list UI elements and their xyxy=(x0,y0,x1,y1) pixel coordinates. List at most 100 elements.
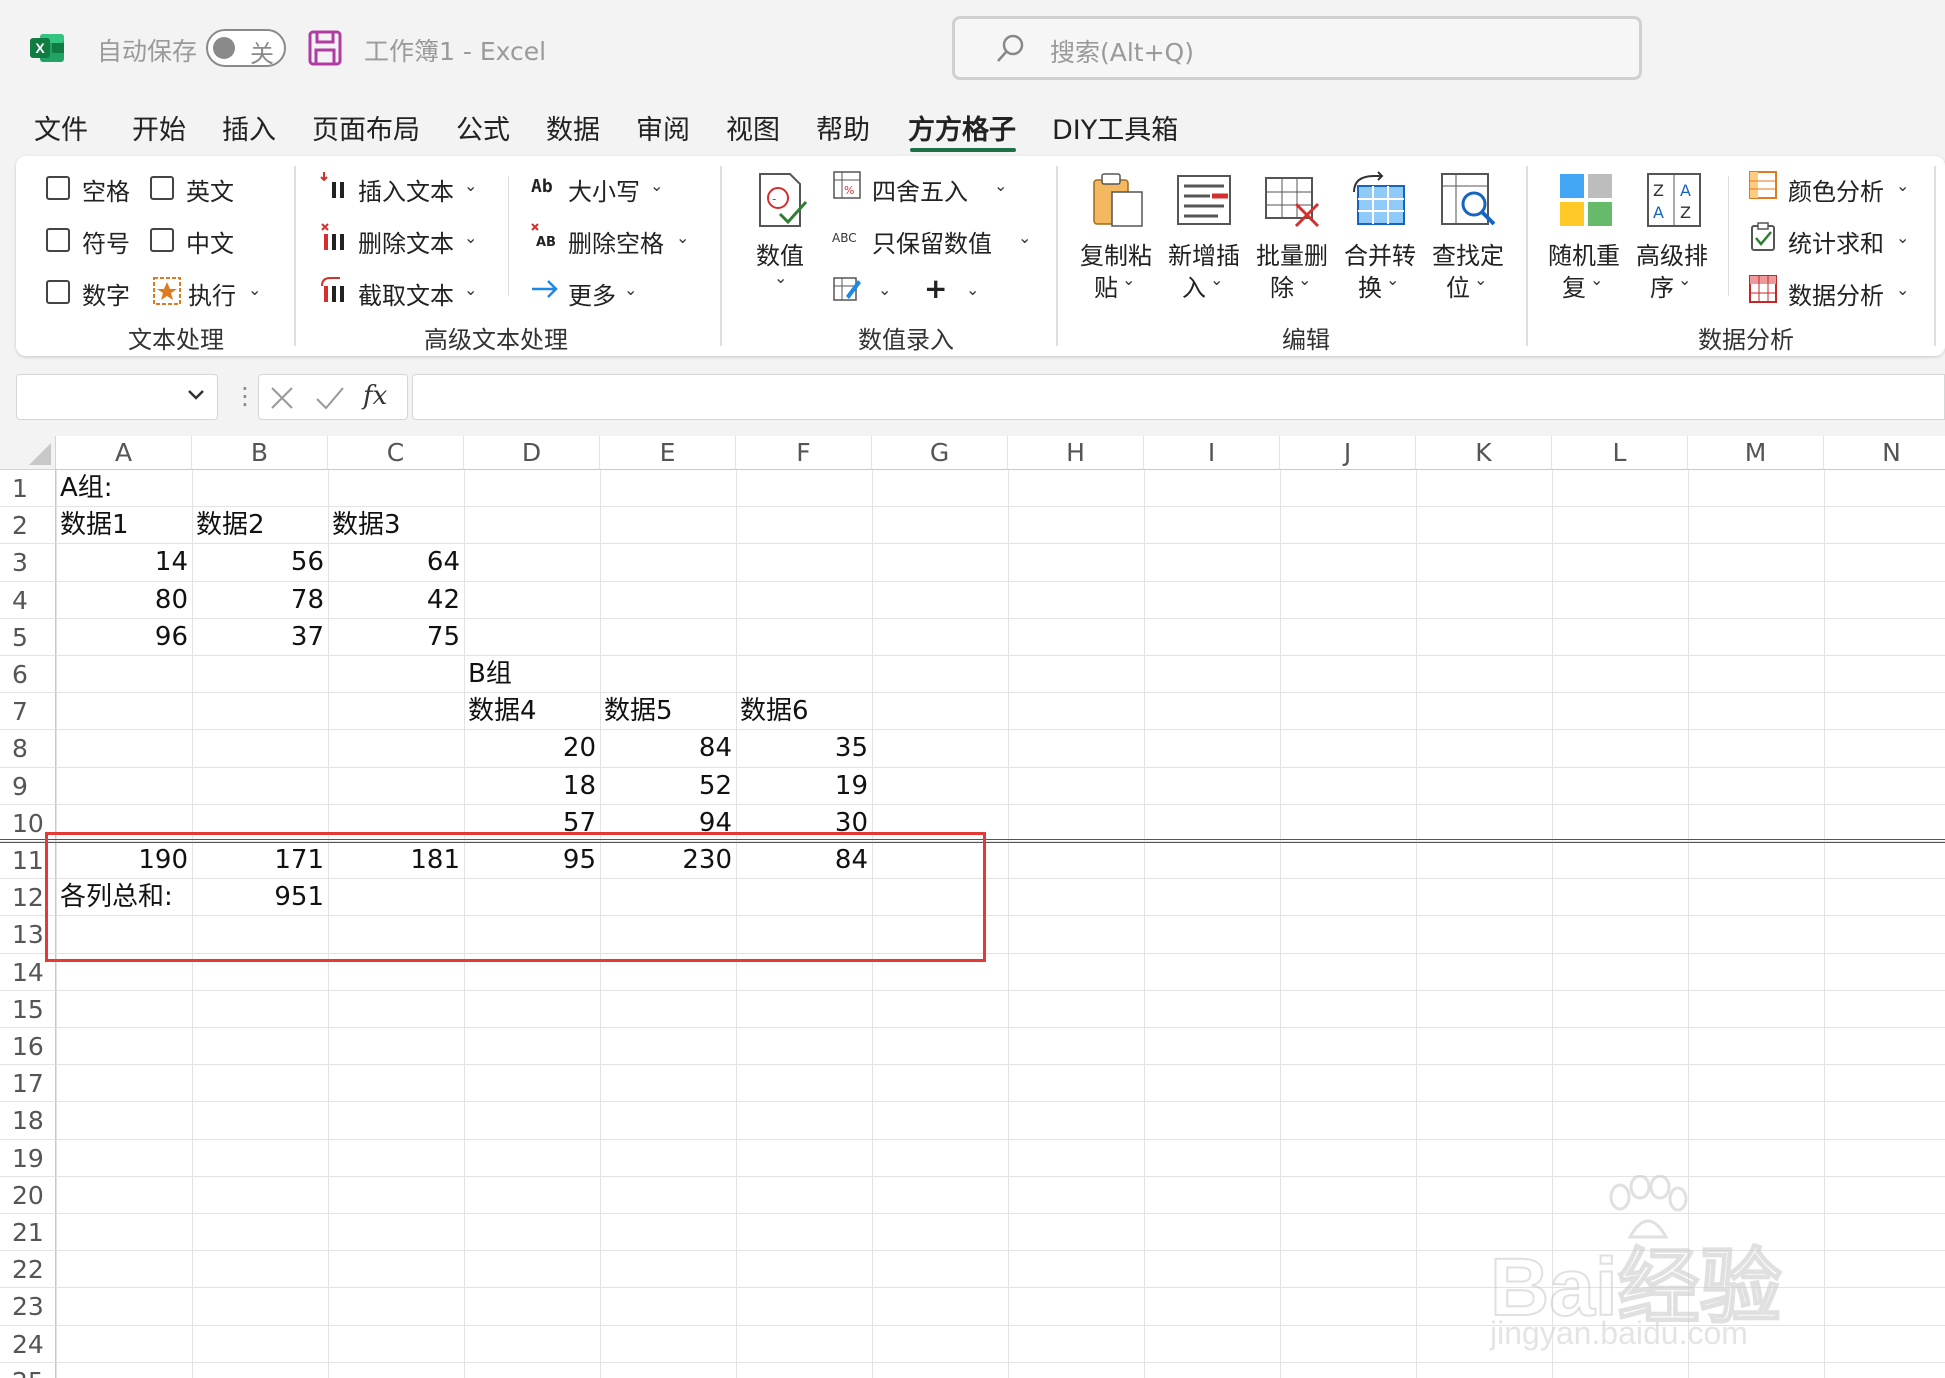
stat-sum-button[interactable]: 统计求和 xyxy=(1788,224,1884,259)
tab-page-layout[interactable]: 页面布局 xyxy=(312,108,420,147)
round-chevron-icon[interactable]: ⌄ xyxy=(994,176,1007,195)
column-header-h[interactable]: H xyxy=(1008,436,1144,470)
merge-convert-button[interactable]: 合并转 xyxy=(1344,236,1416,271)
insert-text-button[interactable]: 插入文本 xyxy=(358,172,454,207)
delete-space-button[interactable]: 删除空格 xyxy=(568,224,664,259)
plus-chevron-icon[interactable]: ⌄ xyxy=(966,280,979,299)
cell-f9[interactable]: 19 xyxy=(736,768,872,805)
random-repeat-button[interactable]: 随机重 xyxy=(1548,236,1620,271)
round-button[interactable]: 四舍五入 xyxy=(872,172,968,207)
cell-b5[interactable]: 37 xyxy=(192,619,328,656)
new-insert-button[interactable]: 新增插 xyxy=(1168,236,1240,271)
row-header-25[interactable]: 25 xyxy=(0,1362,56,1378)
more-button[interactable]: 更多 xyxy=(568,276,616,311)
row-header-4[interactable]: 4 xyxy=(0,581,56,619)
cell-c3[interactable]: 64 xyxy=(328,544,464,581)
tab-fangfang[interactable]: 方方格子 xyxy=(908,108,1016,147)
enter-icon[interactable] xyxy=(315,385,345,411)
random-repeat-chevron-icon[interactable]: ⌄ xyxy=(1590,270,1603,289)
column-header-f[interactable]: F xyxy=(736,436,872,470)
checkbox-number[interactable] xyxy=(46,280,70,304)
cell-d8[interactable]: 20 xyxy=(464,730,600,767)
tab-data[interactable]: 数据 xyxy=(546,108,600,147)
merge-convert-button-line2[interactable]: 换 xyxy=(1358,268,1382,303)
cell-f7[interactable]: 数据6 xyxy=(736,693,872,730)
find-locate-button-line2[interactable]: 位 xyxy=(1446,268,1470,303)
copy-paste-button-line2[interactable]: 贴 xyxy=(1094,268,1118,303)
checkbox-symbol[interactable] xyxy=(46,228,70,252)
row-header-24[interactable]: 24 xyxy=(0,1325,56,1363)
tab-file[interactable]: 文件 xyxy=(34,108,88,147)
delete-text-chevron-icon[interactable]: ⌄ xyxy=(464,228,477,247)
advanced-sort-chevron-icon[interactable]: ⌄ xyxy=(1678,270,1691,289)
column-header-c[interactable]: C xyxy=(328,436,464,470)
column-header-b[interactable]: B xyxy=(192,436,328,470)
copy-paste-button[interactable]: 复制粘 xyxy=(1080,236,1152,271)
copy-paste-chevron-icon[interactable]: ⌄ xyxy=(1122,270,1135,289)
more-chevron-icon[interactable]: ⌄ xyxy=(624,280,637,299)
name-box[interactable] xyxy=(16,374,218,420)
advanced-sort-button-line2[interactable]: 序 xyxy=(1650,268,1674,303)
delete-text-button[interactable]: 删除文本 xyxy=(358,224,454,259)
checkbox-english[interactable] xyxy=(150,176,174,200)
batch-delete-chevron-icon[interactable]: ⌄ xyxy=(1298,270,1311,289)
cell-e7[interactable]: 数据5 xyxy=(600,693,736,730)
tab-review[interactable]: 审阅 xyxy=(636,108,690,147)
row-header-21[interactable]: 21 xyxy=(0,1214,56,1252)
row-header-23[interactable]: 23 xyxy=(0,1288,56,1326)
merge-convert-chevron-icon[interactable]: ⌄ xyxy=(1386,270,1399,289)
cell-a1[interactable]: A组: xyxy=(56,470,192,507)
delete-space-chevron-icon[interactable]: ⌄ xyxy=(676,228,689,247)
save-icon[interactable] xyxy=(308,30,342,66)
insert-function-icon[interactable]: fx xyxy=(363,381,387,411)
keep-value-button[interactable]: 只保留数值 xyxy=(872,224,992,259)
formula-input[interactable] xyxy=(412,374,1945,420)
more-options-icon[interactable]: ⋮ xyxy=(233,382,257,410)
cell-a4[interactable]: 80 xyxy=(56,582,192,619)
cell-d7[interactable]: 数据4 xyxy=(464,693,600,730)
row-header-22[interactable]: 22 xyxy=(0,1251,56,1289)
column-header-m[interactable]: M xyxy=(1688,436,1824,470)
tab-diy-toolbox[interactable]: DIY工具箱 xyxy=(1052,108,1178,147)
cell-b2[interactable]: 数据2 xyxy=(192,507,328,544)
column-header-d[interactable]: D xyxy=(464,436,600,470)
random-repeat-button-line2[interactable]: 复 xyxy=(1562,268,1586,303)
column-header-a[interactable]: A xyxy=(56,436,192,470)
cell-e9[interactable]: 52 xyxy=(600,768,736,805)
execute-chevron-icon[interactable]: ⌄ xyxy=(248,280,261,299)
cancel-icon[interactable] xyxy=(269,385,295,411)
column-header-n[interactable]: N xyxy=(1824,436,1945,470)
row-header-20[interactable]: 20 xyxy=(0,1176,56,1214)
data-analysis-chevron-icon[interactable]: ⌄ xyxy=(1896,280,1909,299)
column-header-g[interactable]: G xyxy=(872,436,1008,470)
row-header-9[interactable]: 9 xyxy=(0,767,56,805)
cell-d6[interactable]: B组 xyxy=(464,656,600,693)
checkbox-chinese[interactable] xyxy=(150,228,174,252)
cell-b4[interactable]: 78 xyxy=(192,582,328,619)
cell-a3[interactable]: 14 xyxy=(56,544,192,581)
column-header-i[interactable]: I xyxy=(1144,436,1280,470)
new-insert-chevron-icon[interactable]: ⌄ xyxy=(1210,270,1223,289)
tab-formulas[interactable]: 公式 xyxy=(456,108,510,147)
row-header-1[interactable]: 1 xyxy=(0,470,56,508)
plus-icon[interactable]: + xyxy=(924,272,947,305)
row-header-16[interactable]: 16 xyxy=(0,1028,56,1066)
new-insert-button-line2[interactable]: 入 xyxy=(1182,268,1206,303)
color-analysis-button[interactable]: 颜色分析 xyxy=(1788,172,1884,207)
chevron-down-icon[interactable] xyxy=(185,383,207,405)
column-header-e[interactable]: E xyxy=(600,436,736,470)
search-box[interactable]: 搜索(Alt+Q) xyxy=(952,16,1642,80)
row-header-2[interactable]: 2 xyxy=(0,507,56,545)
autosave-toggle[interactable]: 关 xyxy=(206,29,286,68)
case-chevron-icon[interactable]: ⌄ xyxy=(650,176,663,195)
edit-grid-icon[interactable] xyxy=(832,274,862,304)
find-locate-chevron-icon[interactable]: ⌄ xyxy=(1474,270,1487,289)
row-header-15[interactable]: 15 xyxy=(0,990,56,1028)
row-header-8[interactable]: 8 xyxy=(0,730,56,768)
row-header-17[interactable]: 17 xyxy=(0,1065,56,1103)
cell-a2[interactable]: 数据1 xyxy=(56,507,192,544)
batch-delete-button-line2[interactable]: 除 xyxy=(1270,268,1294,303)
cell-b3[interactable]: 56 xyxy=(192,544,328,581)
row-header-6[interactable]: 6 xyxy=(0,656,56,694)
checkbox-space[interactable] xyxy=(46,176,70,200)
